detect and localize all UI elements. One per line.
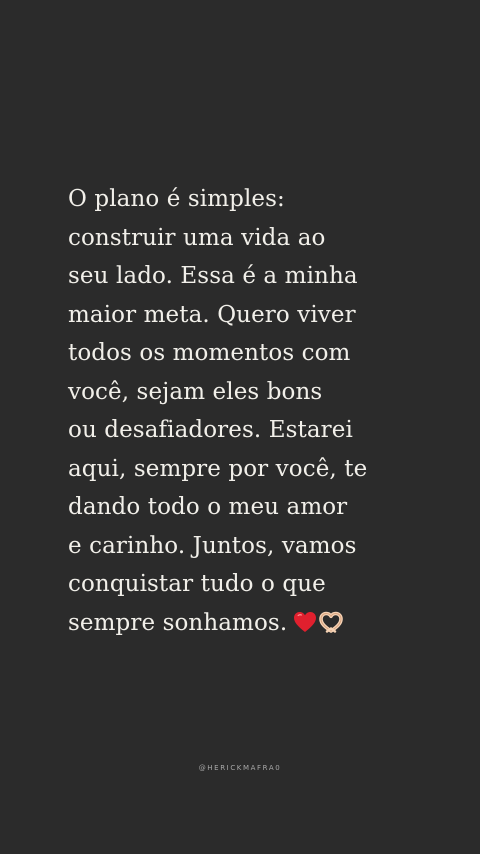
quote-line-text: sempre sonhamos. — [68, 609, 288, 636]
quote-last-line: sempre sonhamos. — [68, 604, 428, 643]
quote-line: aqui, sempre por você, te — [68, 455, 368, 482]
quote-line: e carinho. Juntos, vamos — [68, 532, 357, 559]
quote-line: construir uma vida ao — [68, 224, 326, 251]
quote-line: O plano é simples: — [68, 186, 285, 212]
heart-hands-icon — [318, 607, 344, 633]
quote-line: conquistar tudo o que — [68, 571, 326, 597]
quote-line: dando todo o meu amor — [68, 494, 348, 520]
red-heart-icon — [293, 607, 317, 632]
watermark-handle: @HERICKMAFRA0 — [198, 764, 282, 772]
quote-line: todos os momentos com — [68, 340, 351, 366]
quote-line: você, sejam eles bons — [68, 378, 323, 405]
quote-line: ou desafiadores. Estarei — [68, 417, 353, 443]
quote-line: seu lado. Essa é a minha — [68, 263, 358, 289]
quote-line: maior meta. Quero viver — [68, 301, 356, 328]
quote-text: O plano é simples: construir uma vida ao… — [68, 180, 428, 642]
